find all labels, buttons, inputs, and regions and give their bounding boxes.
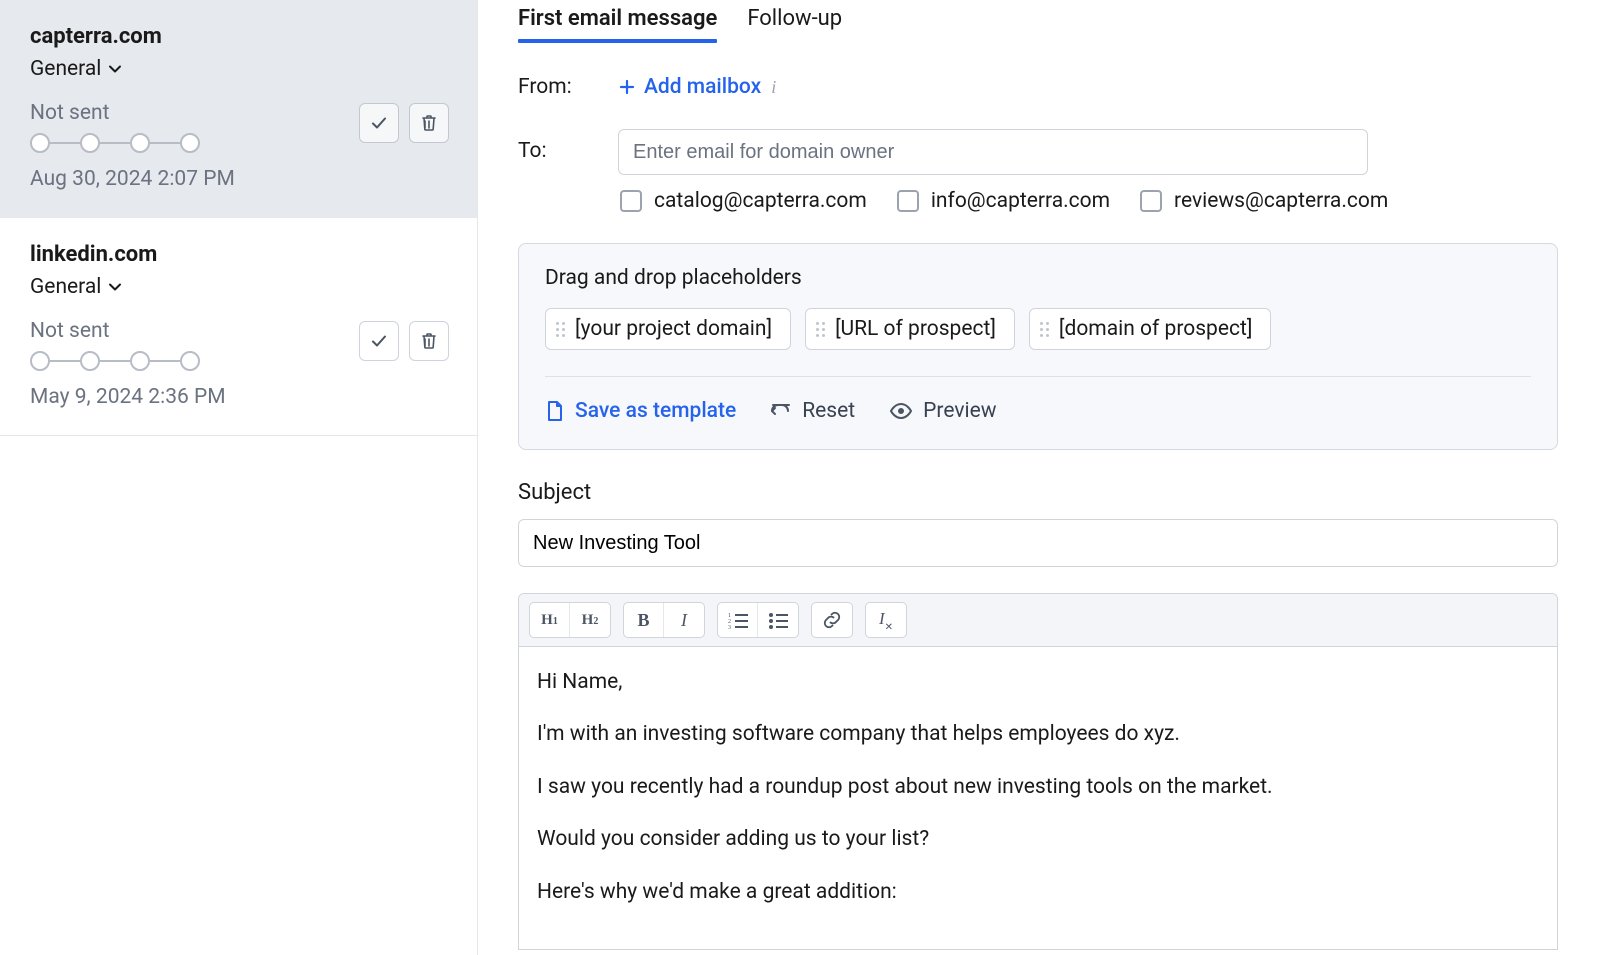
placeholders-actions: Save as template Reset Preview: [545, 399, 1531, 423]
placeholder-chip-label: [URL of prospect]: [835, 317, 996, 341]
from-label: From:: [518, 75, 618, 99]
drag-handle-icon: [556, 322, 565, 337]
to-row: To: catalog@capterra.com info@capterra.c…: [518, 129, 1560, 213]
to-suggestions: catalog@capterra.com info@capterra.com r…: [618, 189, 1388, 213]
mark-done-button[interactable]: [359, 103, 399, 143]
drag-handle-icon: [1040, 322, 1049, 337]
chevron-down-icon: [107, 61, 123, 77]
info-icon[interactable]: i: [771, 77, 776, 98]
svg-text:3: 3: [728, 625, 731, 629]
suggested-email-label: info@capterra.com: [931, 189, 1110, 213]
suggested-email-label: reviews@capterra.com: [1174, 189, 1388, 213]
check-icon: [369, 331, 389, 351]
trash-icon: [419, 113, 439, 133]
editor-paragraph: I'm with an investing software company t…: [537, 719, 1539, 749]
placeholders-title: Drag and drop placeholders: [545, 266, 1531, 290]
tab-first-email[interactable]: First email message: [518, 6, 717, 41]
prospect-date: May 9, 2024 2:36 PM: [30, 385, 449, 409]
placeholder-chip[interactable]: [URL of prospect]: [805, 308, 1015, 350]
reset-label: Reset: [802, 399, 855, 423]
delete-button[interactable]: [409, 103, 449, 143]
editor-paragraph: I saw you recently had a roundup post ab…: [537, 772, 1539, 802]
add-mailbox-button[interactable]: Add mailbox: [618, 75, 761, 99]
ordered-list-icon: 123: [728, 611, 748, 629]
undo-icon: [770, 400, 792, 422]
check-icon: [369, 113, 389, 133]
italic-button[interactable]: I: [664, 603, 704, 637]
tab-followup[interactable]: Follow-up: [747, 6, 842, 41]
prospect-sidebar: capterra.com General Not sent Aug 30, 20…: [0, 0, 478, 955]
eye-icon: [889, 399, 913, 423]
prospect-category-dropdown[interactable]: General: [30, 275, 449, 299]
bold-button[interactable]: B: [624, 603, 664, 637]
plus-icon: [618, 78, 636, 96]
link-icon: [822, 610, 842, 630]
ordered-list-button[interactable]: 123: [718, 603, 758, 637]
to-email-input[interactable]: [618, 129, 1368, 175]
editor-content[interactable]: Hi Name, I'm with an investing software …: [519, 647, 1557, 949]
placeholder-chip[interactable]: [domain of prospect]: [1029, 308, 1272, 350]
from-row: From: Add mailbox i: [518, 75, 1560, 99]
prospect-date: Aug 30, 2024 2:07 PM: [30, 167, 449, 191]
save-template-label: Save as template: [575, 399, 736, 423]
preview-label: Preview: [923, 399, 996, 423]
link-button[interactable]: [812, 603, 852, 637]
email-composer: First email message Follow-up From: Add …: [478, 0, 1600, 955]
subject-label: Subject: [518, 480, 1560, 505]
mark-done-button[interactable]: [359, 321, 399, 361]
chevron-down-icon: [107, 279, 123, 295]
unordered-list-icon: [768, 611, 788, 629]
checkbox[interactable]: [897, 190, 919, 212]
reset-button[interactable]: Reset: [770, 399, 855, 423]
editor-toolbar: H1 H2 B I 123: [519, 594, 1557, 647]
save-template-button[interactable]: Save as template: [545, 399, 736, 423]
editor-paragraph: Here's why we'd make a great addition:: [537, 877, 1539, 907]
prospect-domain: capterra.com: [30, 24, 449, 49]
heading1-button[interactable]: H1: [530, 603, 570, 637]
clear-formatting-button[interactable]: I✕: [866, 603, 906, 637]
suggested-email-option[interactable]: reviews@capterra.com: [1140, 189, 1388, 213]
add-mailbox-label: Add mailbox: [644, 75, 761, 99]
checkbox[interactable]: [1140, 190, 1162, 212]
suggested-email-option[interactable]: catalog@capterra.com: [620, 189, 867, 213]
heading2-button[interactable]: H2: [570, 603, 610, 637]
unordered-list-button[interactable]: [758, 603, 798, 637]
prospect-card[interactable]: capterra.com General Not sent Aug 30, 20…: [0, 0, 477, 218]
file-icon: [545, 399, 565, 423]
trash-icon: [419, 331, 439, 351]
drag-handle-icon: [816, 322, 825, 337]
checkbox[interactable]: [620, 190, 642, 212]
subject-input[interactable]: [518, 519, 1558, 567]
suggested-email-option[interactable]: info@capterra.com: [897, 189, 1110, 213]
preview-button[interactable]: Preview: [889, 399, 996, 423]
delete-button[interactable]: [409, 321, 449, 361]
placeholder-chip-label: [your project domain]: [575, 317, 772, 341]
prospect-card[interactable]: linkedin.com General Not sent May 9, 202…: [0, 218, 477, 436]
editor-paragraph: Hi Name,: [537, 667, 1539, 697]
placeholders-panel: Drag and drop placeholders [your project…: [518, 243, 1558, 450]
editor-paragraph: Would you consider adding us to your lis…: [537, 824, 1539, 854]
placeholder-chip[interactable]: [your project domain]: [545, 308, 791, 350]
composer-tabs: First email message Follow-up: [518, 6, 1560, 41]
to-label: To:: [518, 129, 618, 163]
prospect-category-dropdown[interactable]: General: [30, 57, 449, 81]
prospect-domain: linkedin.com: [30, 242, 449, 267]
email-body-editor: H1 H2 B I 123: [518, 593, 1558, 950]
prospect-category-label: General: [30, 57, 101, 81]
placeholder-chip-label: [domain of prospect]: [1059, 317, 1253, 341]
placeholders-chips: [your project domain] [URL of prospect] …: [545, 308, 1531, 350]
suggested-email-label: catalog@capterra.com: [654, 189, 867, 213]
prospect-category-label: General: [30, 275, 101, 299]
